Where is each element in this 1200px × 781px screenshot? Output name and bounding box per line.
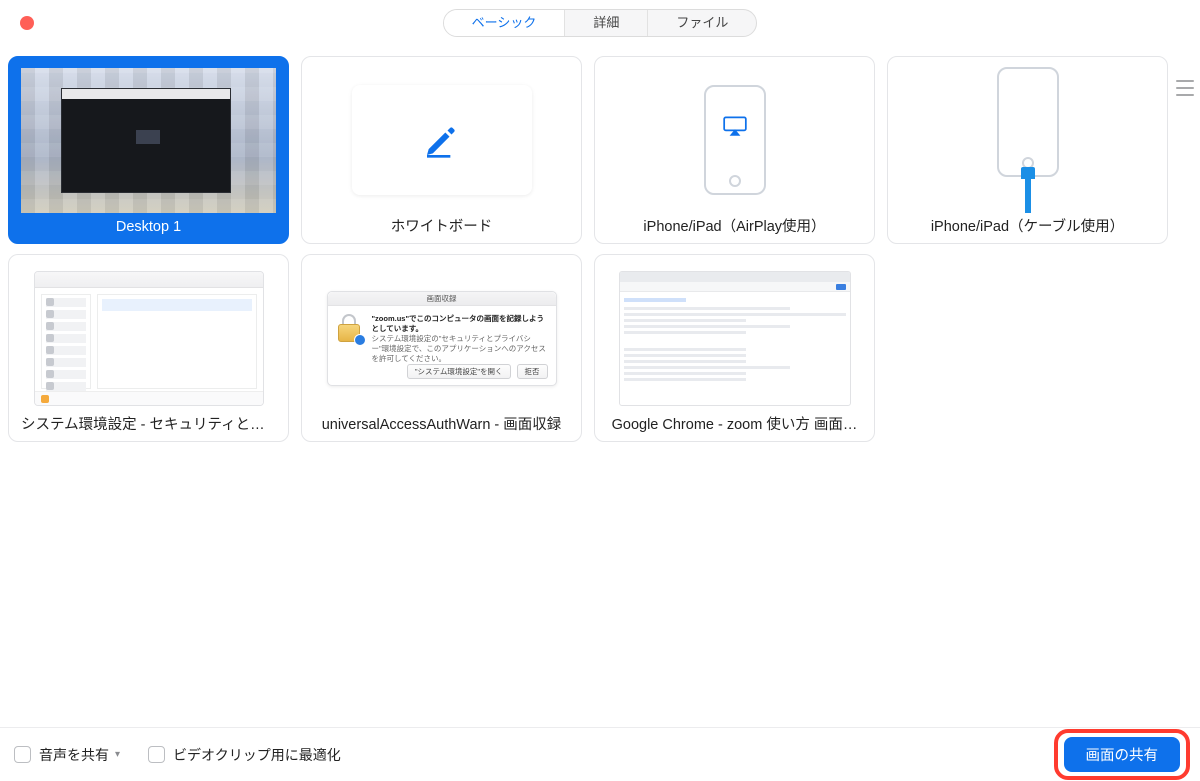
share-option-system-preferences[interactable]: システム環境設定 - セキュリティとプ… (8, 254, 289, 442)
card-label: Desktop 1 (17, 215, 280, 239)
share-audio-checkbox[interactable]: 音声を共有 ▾ (14, 745, 120, 765)
bottom-bar: 音声を共有 ▾ ビデオクリップ用に最適化 画面の共有 (0, 727, 1200, 781)
thumbnail-iphone-cable (896, 65, 1159, 215)
thumbnail-auth-warn: 画面収録 "zoom.us"でこのコンピュータの画面を記録しようとしています。 … (310, 263, 573, 413)
share-option-iphone-cable[interactable]: iPhone/iPad（ケーブル使用） (887, 56, 1168, 244)
lock-icon (336, 314, 364, 344)
share-option-chrome[interactable]: Google Chrome - zoom 使い方 画面… (594, 254, 875, 442)
dialog-text-1: "zoom.us"でこのコンピュータの画面を記録しようとしています。 (372, 314, 548, 334)
optimize-video-checkbox[interactable]: ビデオクリップ用に最適化 (148, 745, 341, 765)
card-label: ホワイトボード (310, 215, 573, 239)
chevron-down-icon[interactable]: ▾ (115, 749, 120, 760)
share-screen-button[interactable]: 画面の共有 (1064, 737, 1181, 772)
card-label: iPhone/iPad（ケーブル使用） (896, 215, 1159, 239)
share-audio-label: 音声を共有 (39, 745, 109, 765)
tab-files[interactable]: ファイル (648, 10, 756, 36)
titlebar: ベーシック 詳細 ファイル (0, 0, 1200, 46)
dialog-open-button: "システム環境設定"を開く (407, 364, 511, 379)
share-option-iphone-airplay[interactable]: iPhone/iPad（AirPlay使用） (594, 56, 875, 244)
dialog-deny-button: 拒否 (517, 364, 548, 379)
share-option-auth-warn[interactable]: 画面収録 "zoom.us"でこのコンピュータの画面を記録しようとしています。 … (301, 254, 582, 442)
share-options-grid: Desktop 1 ホワイトボード iPhone/iPad（AirPlay使用） (0, 46, 1200, 442)
tab-advanced[interactable]: 詳細 (565, 10, 648, 36)
thumbnail-whiteboard (310, 65, 573, 215)
dialog-title: 画面収録 (328, 292, 556, 306)
share-option-whiteboard[interactable]: ホワイトボード (301, 56, 582, 244)
card-label: Google Chrome - zoom 使い方 画面… (603, 413, 866, 437)
menu-icon[interactable] (1176, 80, 1194, 96)
pen-icon (422, 120, 462, 160)
thumbnail-chrome (603, 263, 866, 413)
share-option-desktop1[interactable]: Desktop 1 (8, 56, 289, 244)
tab-segment: ベーシック 詳細 ファイル (443, 9, 758, 37)
dialog-text-2: システム環境設定の"セキュリティとプライバシー"環境設定で、このアプリケーション… (372, 334, 548, 364)
checkbox-icon (148, 746, 165, 763)
optimize-video-label: ビデオクリップ用に最適化 (173, 745, 341, 765)
checkbox-icon (14, 746, 31, 763)
close-window-button[interactable] (20, 16, 34, 30)
card-label: システム環境設定 - セキュリティとプ… (17, 413, 280, 437)
share-button-highlight: 画面の共有 (1054, 729, 1191, 780)
tab-basic[interactable]: ベーシック (444, 10, 566, 36)
thumbnail-iphone-airplay (603, 65, 866, 215)
card-label: iPhone/iPad（AirPlay使用） (603, 215, 866, 239)
thumbnail-desktop1 (17, 65, 280, 215)
thumbnail-system-preferences (17, 263, 280, 413)
airplay-icon (722, 115, 748, 137)
card-label: universalAccessAuthWarn - 画面収録 (310, 413, 573, 437)
